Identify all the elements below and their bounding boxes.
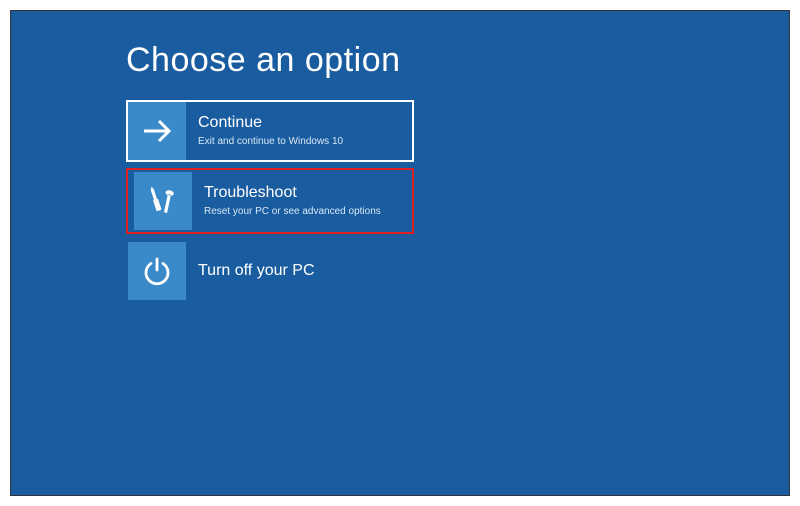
option-troubleshoot[interactable]: Troubleshoot Reset your PC or see advanc… [126,168,414,234]
option-turnoff[interactable]: Turn off your PC [126,240,414,302]
option-turnoff-title: Turn off your PC [198,261,315,282]
options-list: Continue Exit and continue to Windows 10 [126,100,789,302]
power-icon [128,242,186,300]
winre-screen: Choose an option Continue Exit and conti… [10,10,790,496]
option-continue[interactable]: Continue Exit and continue to Windows 10 [126,100,414,162]
content-area: Choose an option Continue Exit and conti… [11,11,789,302]
option-troubleshoot-title: Troubleshoot [204,183,381,204]
tools-icon [134,172,192,230]
page-title: Choose an option [126,41,789,80]
option-continue-desc: Exit and continue to Windows 10 [198,135,343,149]
option-turnoff-text: Turn off your PC [186,261,315,282]
option-troubleshoot-desc: Reset your PC or see advanced options [204,205,381,219]
option-continue-title: Continue [198,113,343,134]
option-continue-text: Continue Exit and continue to Windows 10 [186,113,343,149]
arrow-right-icon [128,102,186,160]
option-troubleshoot-text: Troubleshoot Reset your PC or see advanc… [192,183,381,219]
